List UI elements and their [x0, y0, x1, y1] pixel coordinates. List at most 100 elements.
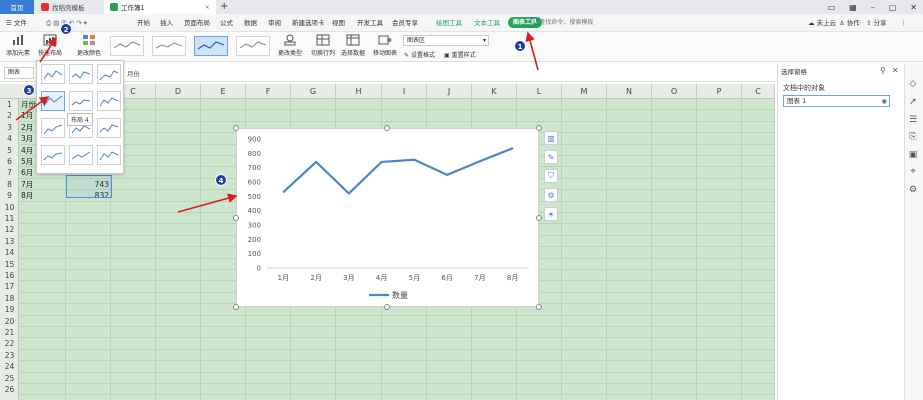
- row-header[interactable]: 9: [0, 190, 19, 201]
- row-header[interactable]: 20: [0, 316, 19, 327]
- copy-icon[interactable]: ⎘: [907, 131, 919, 143]
- chart-elements-icon[interactable]: ▥: [544, 131, 558, 145]
- row-header[interactable]: 18: [0, 293, 19, 304]
- tab-workbook[interactable]: 工作簿1 ×: [104, 0, 216, 14]
- reset-style-button[interactable]: ▣ 重置样式: [444, 50, 476, 59]
- quick-layout-option[interactable]: [41, 91, 65, 111]
- pin-icon[interactable]: ⚲: [880, 66, 886, 75]
- resize-handle[interactable]: [233, 304, 239, 310]
- quick-layout-option[interactable]: [97, 64, 121, 84]
- row-header[interactable]: 4: [0, 133, 19, 144]
- row-header[interactable]: 5: [0, 145, 19, 156]
- row-header[interactable]: 16: [0, 270, 19, 281]
- share-button[interactable]: ⇪ 分享: [866, 14, 887, 32]
- resize-handle[interactable]: [536, 125, 542, 131]
- menu-text-tools[interactable]: 文本工具: [474, 14, 500, 32]
- layout-icon[interactable]: ▭: [828, 3, 836, 12]
- row-header[interactable]: 2: [0, 110, 19, 121]
- row-header[interactable]: 25: [0, 373, 19, 384]
- row-header[interactable]: 8: [0, 179, 19, 190]
- row-header[interactable]: 21: [0, 327, 19, 338]
- move-chart-button[interactable]: 移动图表: [373, 34, 397, 57]
- column-header[interactable]: E: [201, 84, 246, 99]
- row-header[interactable]: 12: [0, 224, 19, 235]
- menu-start[interactable]: 开始: [137, 14, 150, 32]
- resize-handle[interactable]: [384, 304, 390, 310]
- chart-tip-icon[interactable]: ☀: [544, 207, 558, 221]
- settings-icon[interactable]: ⚙: [907, 184, 919, 196]
- resize-handle[interactable]: [233, 215, 239, 221]
- quick-layout-option[interactable]: [69, 64, 93, 84]
- cell-month[interactable]: 1月: [21, 110, 33, 121]
- more-icon[interactable]: ⋮: [900, 14, 907, 32]
- add-element-button[interactable]: 添加元素: [6, 34, 30, 57]
- chart-filter-icon[interactable]: ⛉: [544, 169, 558, 183]
- quick-layout-option[interactable]: [97, 118, 121, 138]
- menu-view[interactable]: 视图: [332, 14, 345, 32]
- cell-month[interactable]: 7月: [21, 179, 33, 190]
- tab-template[interactable]: 找稻壳模板: [35, 0, 103, 14]
- quick-layout-option[interactable]: [97, 91, 121, 111]
- menu-insert[interactable]: 插入: [160, 14, 173, 32]
- row-header[interactable]: 13: [0, 236, 19, 247]
- column-header[interactable]: F: [246, 84, 291, 99]
- close-window-icon[interactable]: ✕: [910, 3, 917, 12]
- quick-layout-option[interactable]: [69, 91, 93, 111]
- row-header[interactable]: 24: [0, 361, 19, 372]
- menu-new-tab[interactable]: 新建选项卡: [292, 14, 325, 32]
- chart-style-icon[interactable]: ✎: [544, 150, 558, 164]
- chart-element-select[interactable]: 图表区 ▾: [403, 35, 489, 46]
- resize-handle[interactable]: [536, 304, 542, 310]
- quick-layout-option[interactable]: [97, 145, 121, 165]
- row-header[interactable]: 7: [0, 167, 19, 178]
- cell-month[interactable]: 5月: [21, 156, 33, 167]
- row-header[interactable]: 22: [0, 338, 19, 349]
- row-header[interactable]: 17: [0, 281, 19, 292]
- shapes-icon[interactable]: ◇: [907, 78, 919, 90]
- column-header[interactable]: O: [652, 84, 697, 99]
- column-header[interactable]: I: [382, 84, 427, 99]
- file-menu[interactable]: ☰ 文件: [6, 14, 27, 32]
- menu-member[interactable]: 会员专享: [392, 14, 418, 32]
- cell-month[interactable]: 2月: [21, 122, 33, 133]
- change-color-button[interactable]: 更改颜色: [77, 34, 101, 57]
- menu-page-layout[interactable]: 页面布局: [184, 14, 210, 32]
- cell-month[interactable]: 6月: [21, 167, 33, 178]
- menu-data[interactable]: 数据: [244, 14, 257, 32]
- collab-button[interactable]: ♙ 协作: [839, 14, 860, 32]
- resize-handle[interactable]: [384, 125, 390, 131]
- select-data-button[interactable]: 选择数据: [341, 34, 365, 57]
- cloud-status[interactable]: ☁ 未上云: [808, 14, 836, 32]
- row-header[interactable]: 6: [0, 156, 19, 167]
- quick-layout-option[interactable]: [69, 145, 93, 165]
- new-tab-button[interactable]: +: [220, 1, 228, 12]
- close-pane-icon[interactable]: ✕: [892, 66, 899, 75]
- column-header[interactable]: M: [562, 84, 607, 99]
- visibility-eye-icon[interactable]: ◉: [881, 96, 889, 106]
- line-chart[interactable]: 0 100 200 300 400 500 600 700 800 900 1月 2月 3月 4月 5月 6月…: [236, 128, 539, 307]
- row-header[interactable]: 26: [0, 384, 19, 395]
- column-header[interactable]: L: [517, 84, 562, 99]
- adjust-icon[interactable]: ☰: [907, 114, 919, 126]
- row-header[interactable]: 1: [0, 99, 19, 110]
- close-tab-icon[interactable]: ×: [205, 3, 210, 11]
- cell-month[interactable]: 4月: [21, 145, 33, 156]
- maximize-icon[interactable]: ▢: [889, 3, 897, 12]
- quick-layout-option[interactable]: [41, 145, 65, 165]
- minimize-icon[interactable]: –: [871, 3, 875, 12]
- command-search[interactable]: 🔍 查找命令、搜索模板: [530, 14, 593, 32]
- quick-layout-option[interactable]: [41, 118, 65, 138]
- name-box[interactable]: 图表: [4, 67, 34, 79]
- row-header[interactable]: 19: [0, 304, 19, 315]
- row-header[interactable]: 23: [0, 350, 19, 361]
- change-type-button[interactable]: 更改类型: [278, 34, 302, 57]
- quick-layout-button[interactable]: 快速布局: [38, 34, 62, 57]
- resize-handle[interactable]: [233, 125, 239, 131]
- apps-icon[interactable]: ▦: [849, 3, 857, 12]
- menu-formula[interactable]: 公式: [220, 14, 233, 32]
- column-header[interactable]: D: [156, 84, 201, 99]
- row-header[interactable]: 3: [0, 122, 19, 133]
- menu-review[interactable]: 审阅: [268, 14, 281, 32]
- cell-month[interactable]: 月份: [21, 99, 36, 110]
- quick-layout-option[interactable]: [41, 64, 65, 84]
